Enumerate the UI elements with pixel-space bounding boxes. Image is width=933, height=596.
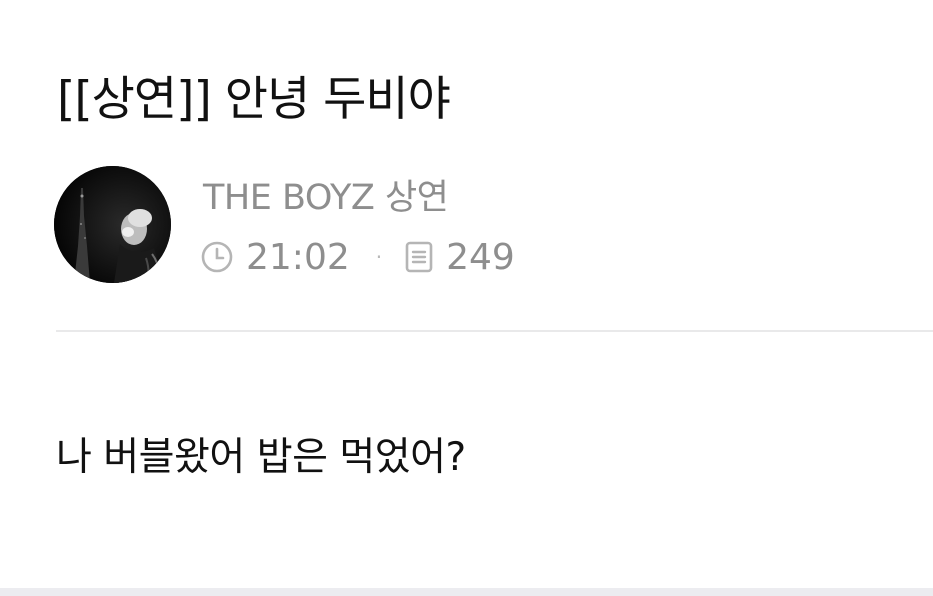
avatar-image	[54, 166, 171, 283]
clock-icon	[200, 240, 234, 274]
meta-separator: ·	[375, 245, 383, 269]
post-view: [[상연]] 안녕 두비야 THE BOYZ 상연 21:02 · 249 나 …	[0, 0, 933, 596]
document-icon	[404, 240, 434, 274]
post-meta: 21:02 · 249	[200, 234, 515, 280]
view-count: 249	[446, 236, 515, 278]
post-title: [[상연]] 안녕 두비야	[57, 72, 451, 127]
header-divider	[56, 330, 933, 332]
author-avatar[interactable]	[54, 166, 171, 283]
post-time: 21:02	[246, 236, 350, 278]
author-name[interactable]: THE BOYZ 상연	[203, 176, 449, 220]
post-body: 나 버블왔어 밥은 먹었어?	[56, 435, 466, 480]
bottom-bar	[0, 588, 933, 596]
